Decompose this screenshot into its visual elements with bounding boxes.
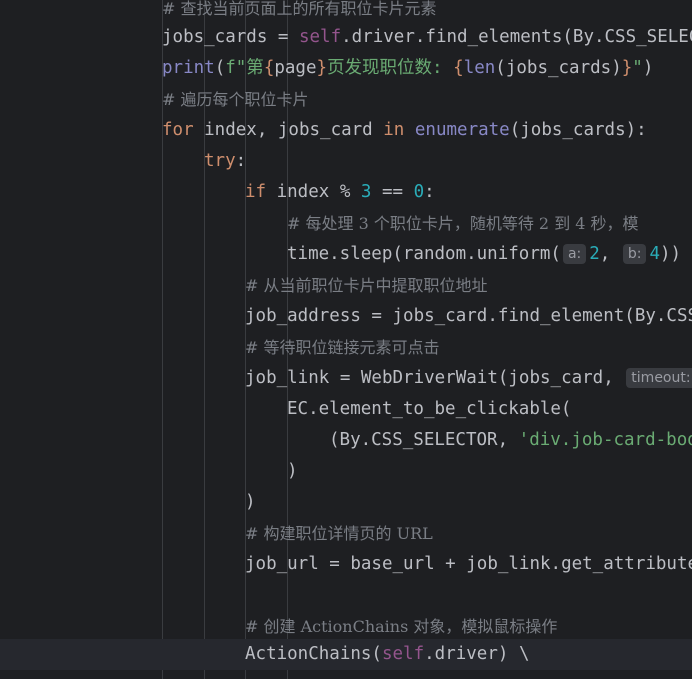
comment: # 构建职位详情页的 URL: [245, 524, 433, 543]
code-line[interactable]: ): [0, 456, 692, 487]
code-line[interactable]: [0, 580, 692, 611]
comment: # 从当前职位卡片中提取职位地址: [245, 276, 488, 295]
code-text: (jobs_cards): [495, 58, 622, 78]
comment: # 查找当前页面上的所有职位卡片元素: [162, 0, 437, 18]
code-text: (: [214, 58, 226, 78]
code-line[interactable]: # 从当前职位卡片中提取职位地址: [0, 270, 692, 301]
code-text: ): [287, 461, 298, 481]
code-text: (By.CSS_SELECTOR,: [329, 430, 519, 450]
code-text: time.sleep(random.uniform(: [287, 244, 561, 264]
code-line[interactable]: [0, 670, 692, 679]
number-literal: 3: [360, 182, 372, 202]
fstring-brace: {: [263, 58, 275, 78]
code-text: job_address = jobs_card.find_element(By.…: [245, 306, 692, 326]
code-text: jobs_cards =: [162, 27, 299, 47]
code-line[interactable]: job_link = WebDriverWait(jobs_card, time…: [0, 363, 692, 394]
fstring-brace: }: [316, 58, 328, 78]
code-line[interactable]: try:: [0, 146, 692, 177]
parameter-hint: timeout:: [626, 368, 692, 388]
keyword: in: [383, 120, 405, 140]
code-line[interactable]: # 每处理 3 个职位卡片，随机等待 2 到 4 秒，模: [0, 208, 692, 239]
code-line[interactable]: job_address = jobs_card.find_element(By.…: [0, 301, 692, 332]
code-line[interactable]: # 遍历每个职位卡片: [0, 84, 692, 115]
code-line[interactable]: (By.CSS_SELECTOR, 'div.job-card-bod: [0, 425, 692, 456]
code-line[interactable]: # 等待职位链接元素可点击: [0, 332, 692, 363]
code-text: index, jobs_card: [193, 120, 384, 140]
code-line[interactable]: job_url = base_url + job_link.get_attrib…: [0, 549, 692, 580]
code-editor[interactable]: # 查找当前页面上的所有职位卡片元素 jobs_cards = self.dri…: [0, 0, 692, 679]
code-line[interactable]: # 查找当前页面上的所有职位卡片元素: [0, 0, 692, 24]
code-text: (jobs_cards):: [509, 120, 647, 140]
code-text: EC.element_to_be_clickable(: [287, 399, 572, 419]
parameter-hint: a:: [562, 244, 587, 264]
code-line[interactable]: if index % 3 == 0:: [0, 177, 692, 208]
code-line[interactable]: ): [0, 487, 692, 518]
code-line[interactable]: for index, jobs_card in enumerate(jobs_c…: [0, 115, 692, 146]
code-text: ActionChains(: [245, 644, 382, 664]
fstring-brace: }: [621, 58, 633, 78]
number-literal: 4: [649, 244, 661, 264]
builtin-function: enumerate: [414, 120, 510, 140]
code-text: .driver) \: [424, 644, 530, 664]
comment: # 每处理 3 个职位卡片，随机等待 2 到 4 秒，模: [287, 214, 639, 233]
parameter-hint: b:: [622, 244, 647, 264]
self-keyword: self: [298, 27, 342, 47]
string-literal: ": [632, 58, 643, 78]
code-text: ): [245, 492, 256, 512]
string-literal: 页发现职位数:: [327, 58, 454, 78]
fstring-brace: {: [453, 58, 464, 78]
code-text: job_url = base_url + job_link.get_attrib…: [245, 554, 692, 574]
comment: # 遍历每个职位卡片: [162, 90, 309, 109]
code-line[interactable]: print(f"第{page}页发现职位数: {len(jobs_cards)}…: [0, 53, 692, 84]
code-line[interactable]: EC.element_to_be_clickable(: [0, 394, 692, 425]
number-literal: 0: [413, 182, 425, 202]
self-keyword: self: [381, 644, 425, 664]
code-text: ,: [599, 244, 621, 264]
code-text: :: [235, 151, 247, 171]
code-text: :: [424, 182, 435, 202]
builtin-function: print: [162, 58, 215, 78]
code-text: job_link = WebDriverWait(jobs_card,: [245, 368, 625, 388]
current-code-line[interactable]: ActionChains(self.driver) \: [0, 639, 692, 670]
builtin-function: len: [463, 58, 496, 78]
comment: # 创建 ActionChains 对象，模拟鼠标操作: [245, 617, 558, 636]
code-text: page: [274, 58, 317, 78]
code-text: .driver.find_elements(By.CSS_SELEC: [341, 27, 692, 47]
string-literal: 'div.job-card-bod: [518, 430, 692, 450]
comment: # 等待职位链接元素可点击: [245, 338, 440, 357]
string-literal: f"第: [225, 58, 264, 78]
keyword: if: [245, 182, 267, 202]
code-line[interactable]: jobs_cards = self.driver.find_elements(B…: [0, 22, 692, 53]
number-literal: 2: [589, 244, 600, 264]
code-text: index %: [266, 182, 361, 202]
code-text: )): [660, 244, 682, 264]
keyword: for: [162, 120, 194, 140]
code-line[interactable]: # 创建 ActionChains 对象，模拟鼠标操作: [0, 611, 692, 642]
code-text: ): [642, 58, 654, 78]
keyword: try: [204, 151, 236, 171]
code-line[interactable]: time.sleep(random.uniform(a: 2, b: 4)): [0, 239, 692, 270]
code-line[interactable]: # 构建职位详情页的 URL: [0, 518, 692, 549]
code-text: ==: [371, 182, 414, 202]
